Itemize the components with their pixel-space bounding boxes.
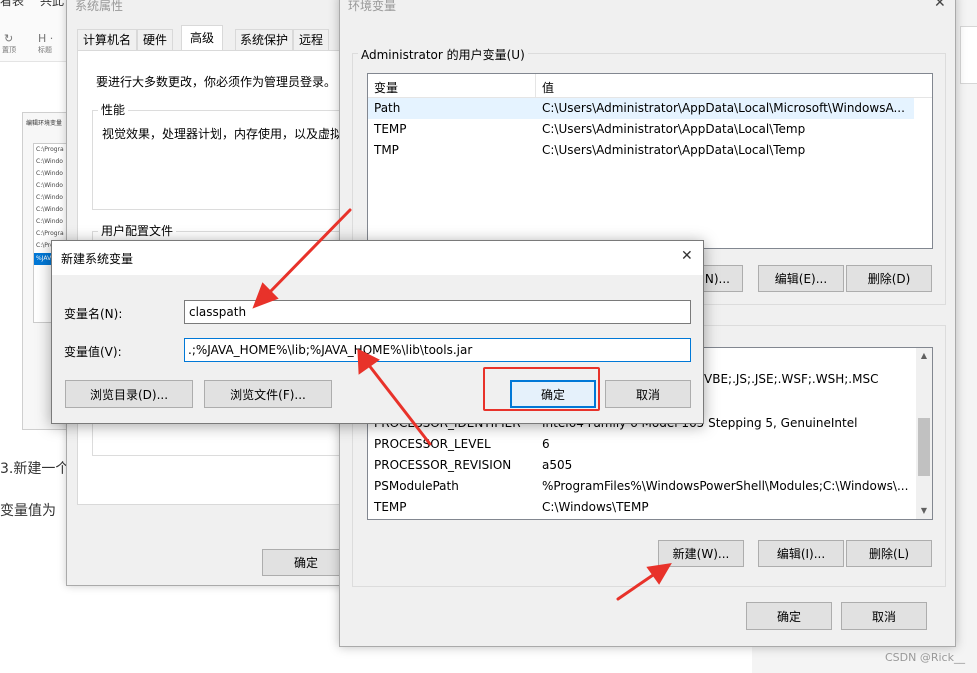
watermark: CSDN @Rick__ (885, 651, 965, 664)
annotation-arrows (252, 208, 672, 601)
arrowhead-value (357, 348, 380, 375)
arrow-to-name-input (266, 208, 352, 296)
arrow-to-new-button (616, 571, 658, 601)
arrowhead-new (646, 563, 672, 585)
arrow-to-value-input (366, 362, 432, 446)
